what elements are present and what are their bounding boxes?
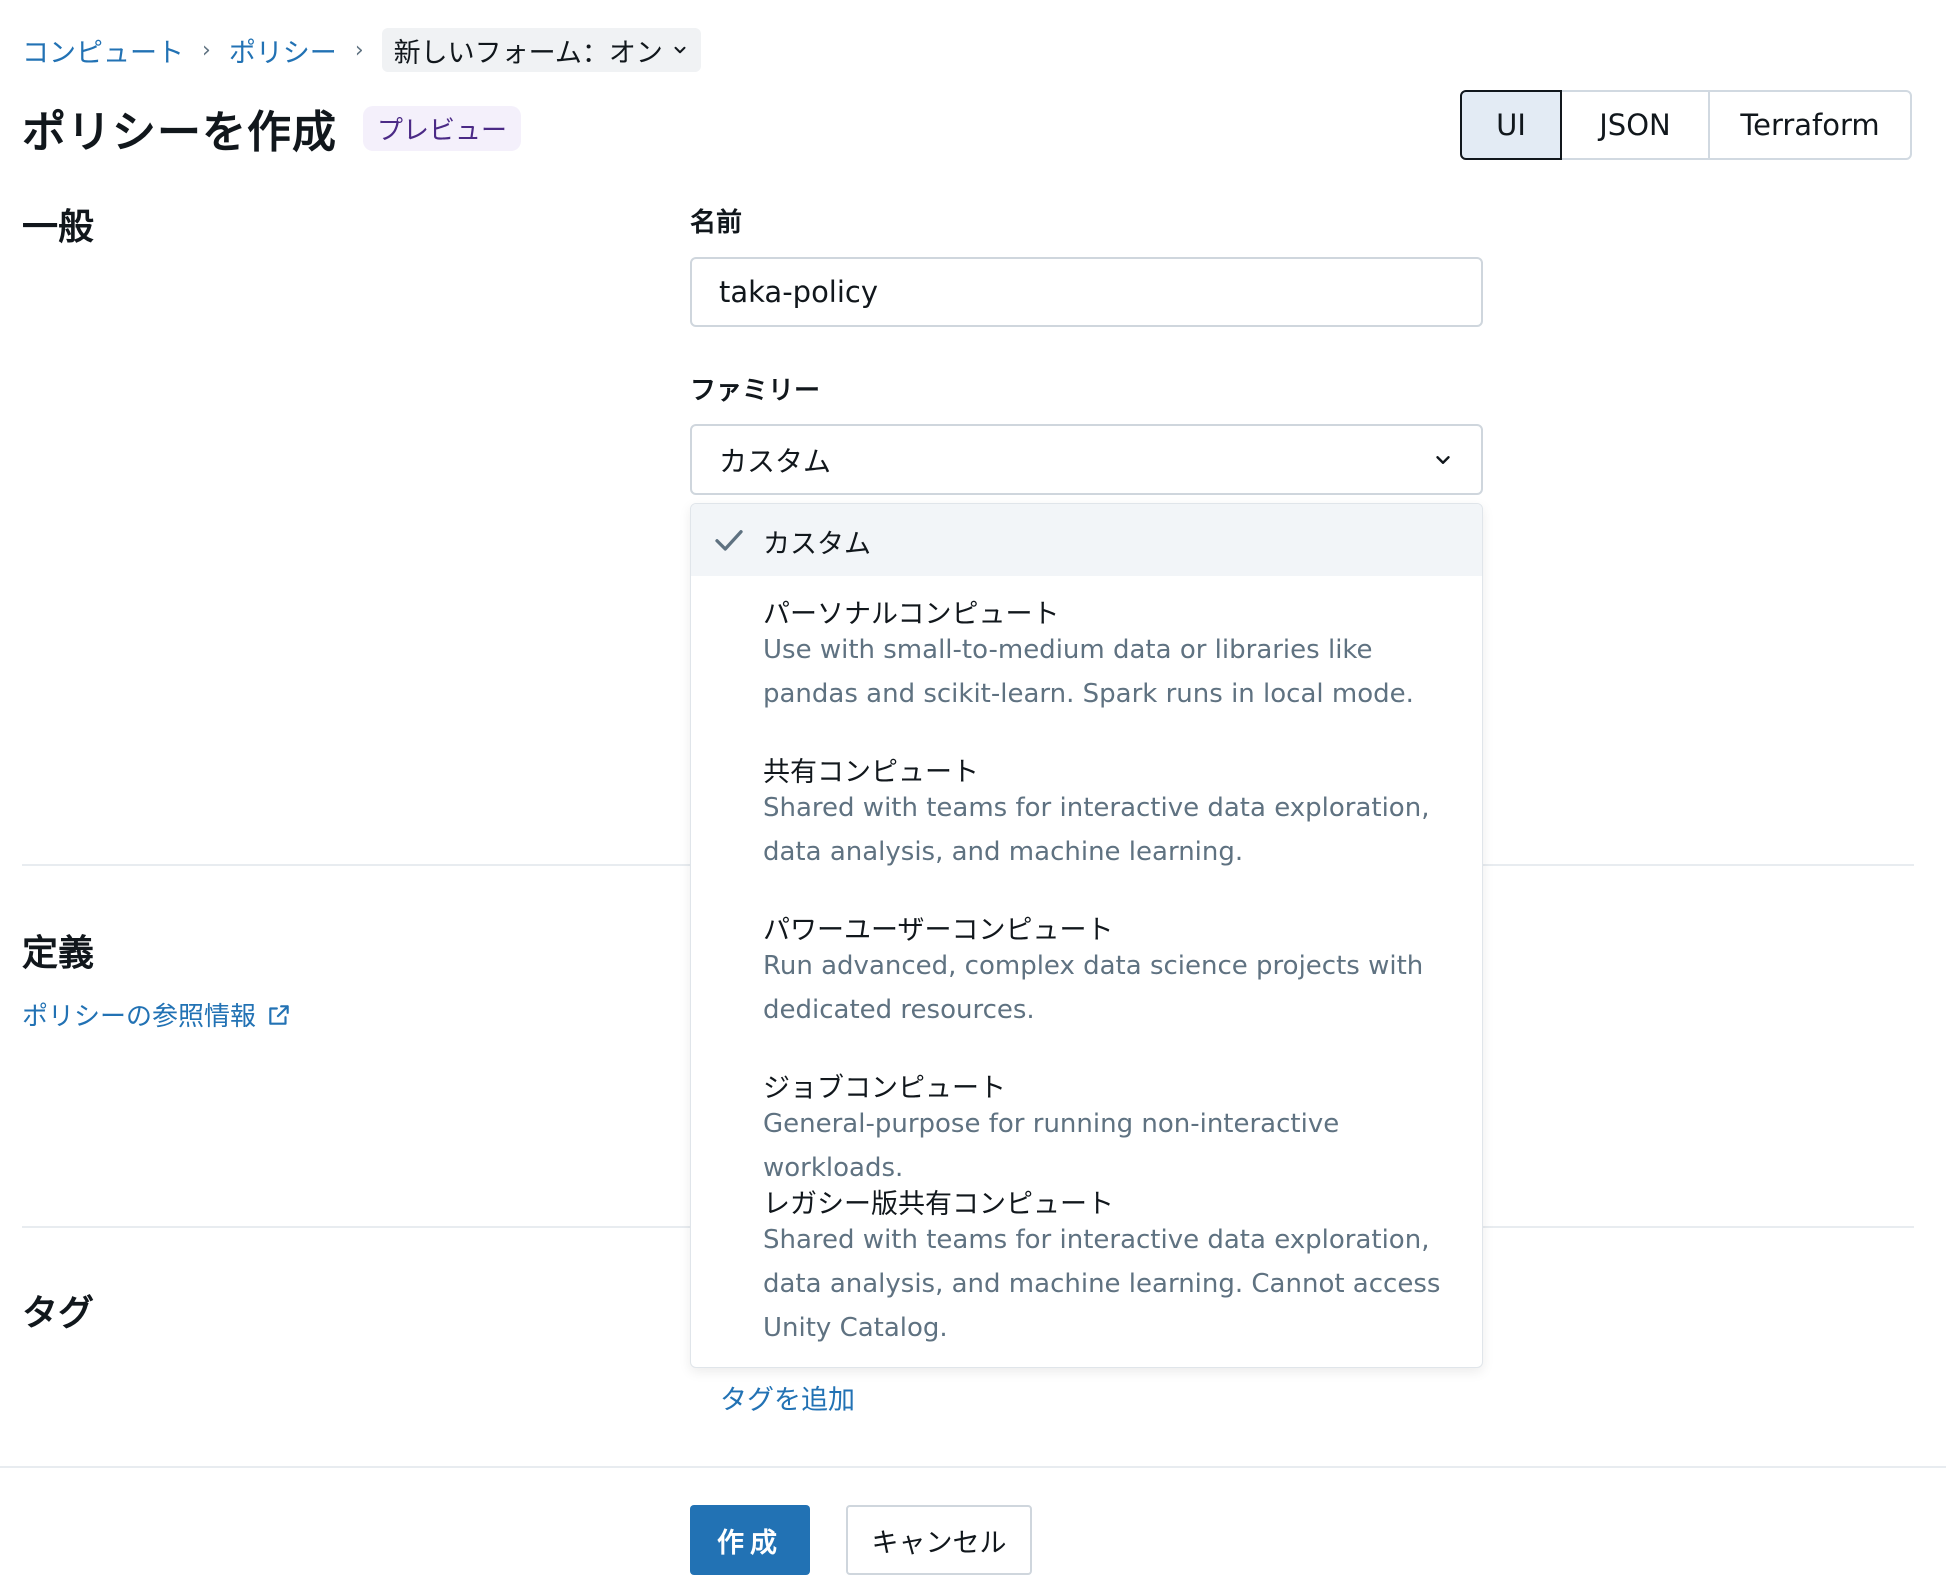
name-field-label: 名前 xyxy=(690,208,743,238)
family-option-personal-compute[interactable]: パーソナルコンピュート Use with small-to-medium dat… xyxy=(691,576,1482,736)
tab-terraform[interactable]: Terraform xyxy=(1708,90,1912,160)
tab-ui[interactable]: UI xyxy=(1460,90,1562,160)
chevron-right-icon: › xyxy=(354,37,364,63)
family-option-title: パーソナルコンピュート xyxy=(763,599,1060,630)
family-select[interactable]: カスタム xyxy=(690,424,1483,495)
family-option-description: Use with small-to-medium data or librari… xyxy=(763,635,1414,709)
title-row: ポリシーを作成 プレビュー xyxy=(22,96,522,160)
section-general-heading: 一般 xyxy=(22,207,95,248)
family-option-description: Run advanced, complex data science proje… xyxy=(763,951,1424,1025)
family-option-custom[interactable]: カスタム xyxy=(691,504,1482,576)
chevron-down-icon xyxy=(1436,455,1450,464)
chevron-down-icon xyxy=(674,46,686,54)
new-form-toggle-dropdown[interactable]: 新しいフォーム：オン xyxy=(381,28,701,72)
family-option-shared-compute[interactable]: 共有コンピュート Shared with teams for interacti… xyxy=(691,736,1482,894)
policy-reference-link[interactable]: ポリシーの参照情報 xyxy=(22,996,292,1033)
chevron-right-icon: › xyxy=(202,37,211,63)
family-option-title: カスタム xyxy=(763,529,871,560)
create-button[interactable]: 作成 xyxy=(690,1505,810,1575)
footer-divider xyxy=(0,1466,1946,1468)
view-mode-switch: UI JSON Terraform xyxy=(1460,90,1912,160)
tab-json[interactable]: JSON xyxy=(1560,90,1710,160)
breadcrumb: コンピュート › ポリシー › 新しいフォーム：オン xyxy=(22,28,701,72)
policy-name-input[interactable] xyxy=(690,257,1483,327)
section-tags-heading: タグ xyxy=(22,1293,95,1334)
family-option-description: Shared with teams for interactive data e… xyxy=(763,1225,1441,1343)
policy-reference-link-label: ポリシーの参照情報 xyxy=(22,1002,257,1032)
family-option-job-compute[interactable]: ジョブコンピュート General-purpose for running no… xyxy=(691,1052,1482,1183)
family-field-label: ファミリー xyxy=(690,376,821,406)
check-icon xyxy=(715,530,743,551)
page-title: ポリシーを作成 xyxy=(22,107,337,158)
breadcrumb-compute-link[interactable]: コンピュート xyxy=(22,31,184,70)
family-option-title: パワーユーザーコンピュート xyxy=(763,915,1114,946)
section-definition-heading: 定義 xyxy=(22,933,95,974)
family-option-title: レガシー版共有コンピュート xyxy=(763,1189,1114,1220)
family-option-power-user-compute[interactable]: パワーユーザーコンピュート Run advanced, complex data… xyxy=(691,894,1482,1052)
preview-badge: プレビュー xyxy=(363,105,522,151)
create-policy-page: コンピュート › ポリシー › 新しいフォーム：オン ポリシーを作成 プレビュー… xyxy=(0,0,1946,1592)
family-dropdown-menu: カスタム パーソナルコンピュート Use with small-to-mediu… xyxy=(690,503,1483,1368)
family-option-title: 共有コンピュート xyxy=(763,757,979,788)
add-tag-link[interactable]: タグを追加 xyxy=(720,1378,855,1417)
family-option-legacy-shared-compute[interactable]: レガシー版共有コンピュート Shared with teams for inte… xyxy=(691,1166,1482,1367)
new-form-toggle-label: 新しいフォーム：オン xyxy=(393,37,663,69)
family-option-title: ジョブコンピュート xyxy=(763,1073,1006,1104)
cancel-button[interactable]: キャンセル xyxy=(846,1505,1032,1575)
family-option-description: Shared with teams for interactive data e… xyxy=(763,793,1430,867)
external-link-icon xyxy=(269,1004,289,1025)
family-select-value: カスタム xyxy=(719,444,832,478)
breadcrumb-policies-link[interactable]: ポリシー xyxy=(229,31,337,70)
